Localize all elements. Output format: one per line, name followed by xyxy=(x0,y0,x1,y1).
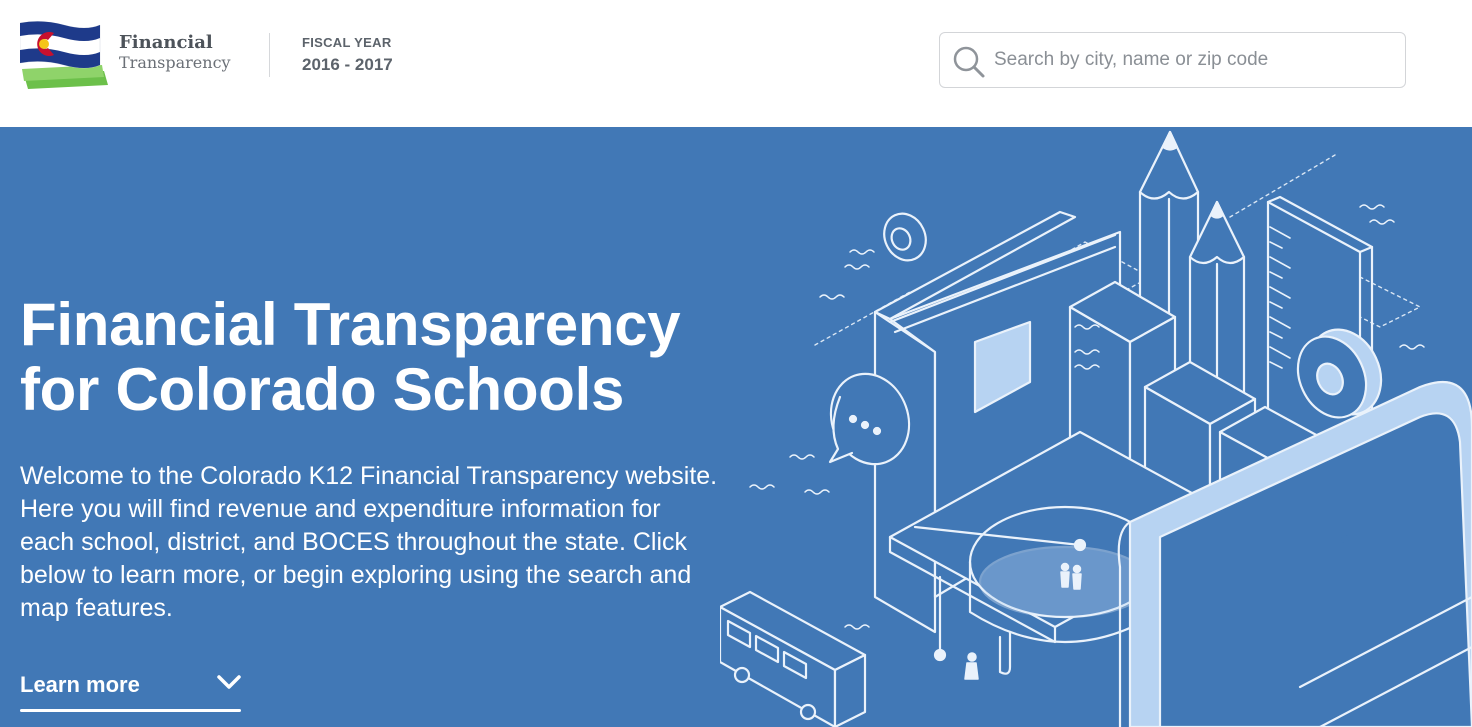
search-box[interactable] xyxy=(939,32,1406,88)
fiscal-year-value: 2016 - 2017 xyxy=(302,55,393,74)
learn-more-label: Learn more xyxy=(20,672,140,697)
learn-more-underline xyxy=(20,709,241,712)
hero-title-line-1: Financial Transparency xyxy=(20,291,681,358)
fiscal-year-selector[interactable]: FISCAL YEAR 2016 - 2017 xyxy=(302,36,393,73)
chevron-down-icon xyxy=(217,675,241,689)
colorado-flag-logo-icon[interactable] xyxy=(20,21,108,89)
search-input[interactable] xyxy=(994,41,1394,79)
header-divider xyxy=(269,33,270,77)
brand-line-1: Financial xyxy=(119,32,213,53)
hero-intro-text: Welcome to the Colorado K12 Financial Tr… xyxy=(20,462,718,622)
learn-more-button[interactable]: Learn more xyxy=(20,667,241,712)
brand-name[interactable]: Financial Transparency xyxy=(119,34,231,71)
site-header: Financial Transparency FISCAL YEAR 2016 … xyxy=(0,0,1472,127)
isometric-school-illustration xyxy=(720,130,1472,727)
hero-title-line-2: for Colorado Schools xyxy=(20,356,625,423)
brand-line-2: Transparency xyxy=(119,53,231,72)
school-bus-icon xyxy=(720,590,867,727)
search-icon xyxy=(953,46,985,78)
hero-section: Financial Transparency for Colorado Scho… xyxy=(0,127,1472,727)
hero-title: Financial Transparency for Colorado Scho… xyxy=(20,292,780,422)
fiscal-year-label: FISCAL YEAR xyxy=(302,35,392,50)
